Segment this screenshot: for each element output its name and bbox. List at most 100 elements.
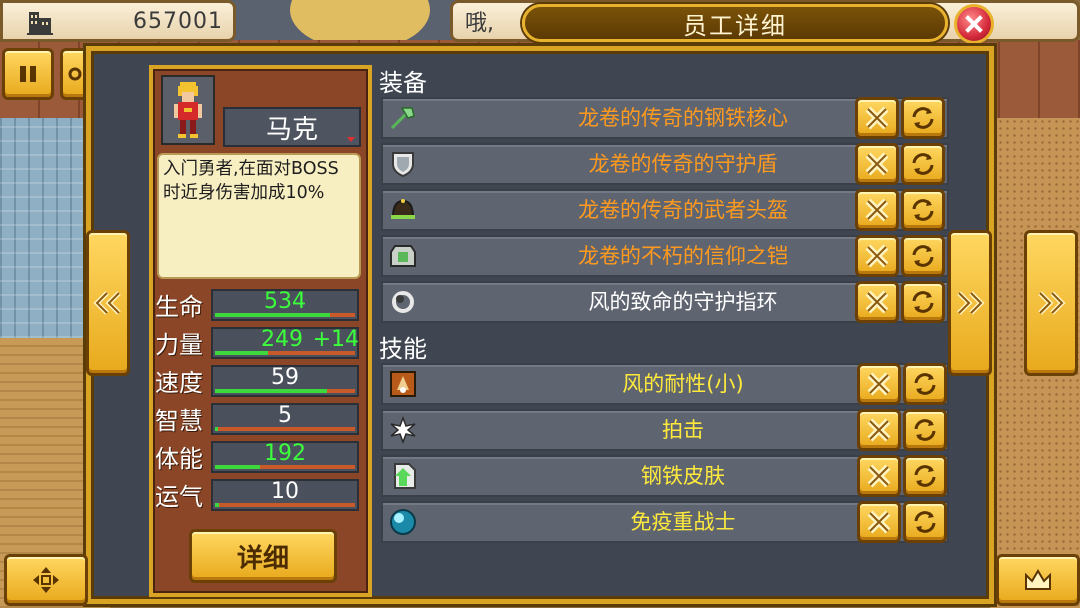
swap-button[interactable] [901, 281, 945, 323]
strike-icon [385, 413, 421, 447]
swap-icon [912, 291, 934, 313]
stat-label: 运气 [155, 483, 203, 511]
remove-skill-button[interactable] [857, 501, 901, 543]
swap-skill-button[interactable] [903, 409, 947, 451]
stat-label: 速度 [155, 369, 203, 397]
stat-row-luck: 运气 10 [153, 477, 368, 513]
stat-bar-fill [215, 427, 218, 431]
stat-box: 5 [211, 403, 359, 435]
character-portrait [161, 75, 215, 145]
previous-employee-button[interactable] [86, 230, 130, 376]
unequip-button[interactable] [855, 97, 899, 139]
axe-icon [385, 101, 421, 135]
window-title-text: 员工详细 [683, 11, 787, 40]
unequip-button[interactable] [855, 235, 899, 277]
character-card: 马克 入门勇者,在面对BOSS时近身伤害加成10% 生命 534 力量 249 … [149, 65, 372, 597]
stat-box: 10 [211, 479, 359, 511]
helmet-icon [385, 193, 421, 227]
dpad-icon [33, 567, 59, 593]
equipment-title: 装备 [379, 69, 427, 97]
building-icon [27, 12, 53, 35]
stat-box: 192 [211, 441, 359, 473]
move-button[interactable] [4, 554, 88, 606]
swap-icon [914, 511, 936, 533]
cross-icon [865, 106, 889, 130]
remove-skill-button[interactable] [857, 363, 901, 405]
cross-icon [867, 372, 891, 396]
double-chevron-left-icon [93, 291, 121, 315]
stat-bar [215, 313, 355, 317]
edit-name-arrow-icon [347, 137, 355, 142]
message-text: 哦, [465, 11, 494, 36]
stat-value: 534 [264, 289, 306, 314]
character-name-field[interactable]: 马克 [223, 107, 361, 147]
pause-icon [20, 66, 36, 82]
close-button[interactable] [954, 4, 994, 44]
stat-bar-fill [215, 313, 330, 317]
cross-icon [865, 198, 889, 222]
crown-button[interactable] [996, 554, 1080, 606]
orb-icon [385, 505, 421, 539]
swap-button[interactable] [901, 189, 945, 231]
stat-bar [215, 503, 355, 507]
armor-icon [385, 239, 421, 273]
swap-button[interactable] [901, 97, 945, 139]
stat-row-strength: 力量 249 +14 [153, 325, 368, 361]
unequip-button[interactable] [855, 143, 899, 185]
stat-label: 力量 [155, 331, 203, 359]
cross-icon [867, 464, 891, 488]
cross-icon [865, 244, 889, 268]
stat-bar-fill [215, 503, 220, 507]
stat-box: 249 +14 [211, 327, 359, 359]
crown-icon [1025, 569, 1051, 590]
stat-bonus: +14 [312, 327, 359, 352]
swap-skill-button[interactable] [903, 455, 947, 497]
stat-bar-fill [215, 389, 327, 393]
swap-icon [912, 107, 934, 129]
stat-box: 534 [211, 289, 359, 321]
double-chevron-right-icon [1038, 291, 1066, 315]
swap-button[interactable] [901, 235, 945, 277]
stat-row-wisdom: 智慧 5 [153, 401, 368, 437]
stat-bar [215, 465, 355, 469]
character-description: 入门勇者,在面对BOSS时近身伤害加成10% [157, 153, 361, 279]
stat-value: 192 [264, 441, 306, 466]
cross-icon [865, 290, 889, 314]
stat-bar [215, 427, 355, 431]
swap-skill-button[interactable] [903, 363, 947, 405]
swap-skill-button[interactable] [903, 501, 947, 543]
money-value: 657001 [133, 8, 223, 34]
stat-label: 体能 [155, 445, 203, 473]
stat-value: 10 [271, 479, 299, 504]
detail-button[interactable]: 详细 [189, 529, 337, 583]
stat-bar [215, 351, 355, 355]
stat-label: 智慧 [155, 407, 203, 435]
pause-button[interactable] [2, 48, 54, 100]
character-name: 马克 [265, 114, 318, 145]
cross-icon [867, 418, 891, 442]
money-display: 657001 [0, 0, 236, 42]
swap-icon [914, 465, 936, 487]
stat-bar-fill [215, 351, 269, 355]
stat-row-hp: 生命 534 [153, 287, 368, 323]
swap-icon [914, 373, 936, 395]
remove-skill-button[interactable] [857, 409, 901, 451]
unequip-button[interactable] [855, 281, 899, 323]
stat-value: 59 [271, 365, 299, 390]
next-employee-button[interactable] [948, 230, 992, 376]
ring-icon [385, 285, 421, 319]
scroll-right-button[interactable] [1024, 230, 1078, 376]
cross-icon [865, 152, 889, 176]
stat-row-stamina: 体能 192 [153, 439, 368, 475]
stat-box: 59 [211, 365, 359, 397]
skills-title: 技能 [379, 335, 427, 363]
unequip-button[interactable] [855, 189, 899, 231]
stat-row-speed: 速度 59 [153, 363, 368, 399]
hero-sprite-icon [174, 82, 202, 138]
steel-skin-icon [385, 459, 421, 493]
close-icon [965, 15, 983, 33]
remove-skill-button[interactable] [857, 455, 901, 497]
cross-icon [867, 510, 891, 534]
double-chevron-right-icon [957, 291, 985, 315]
swap-button[interactable] [901, 143, 945, 185]
